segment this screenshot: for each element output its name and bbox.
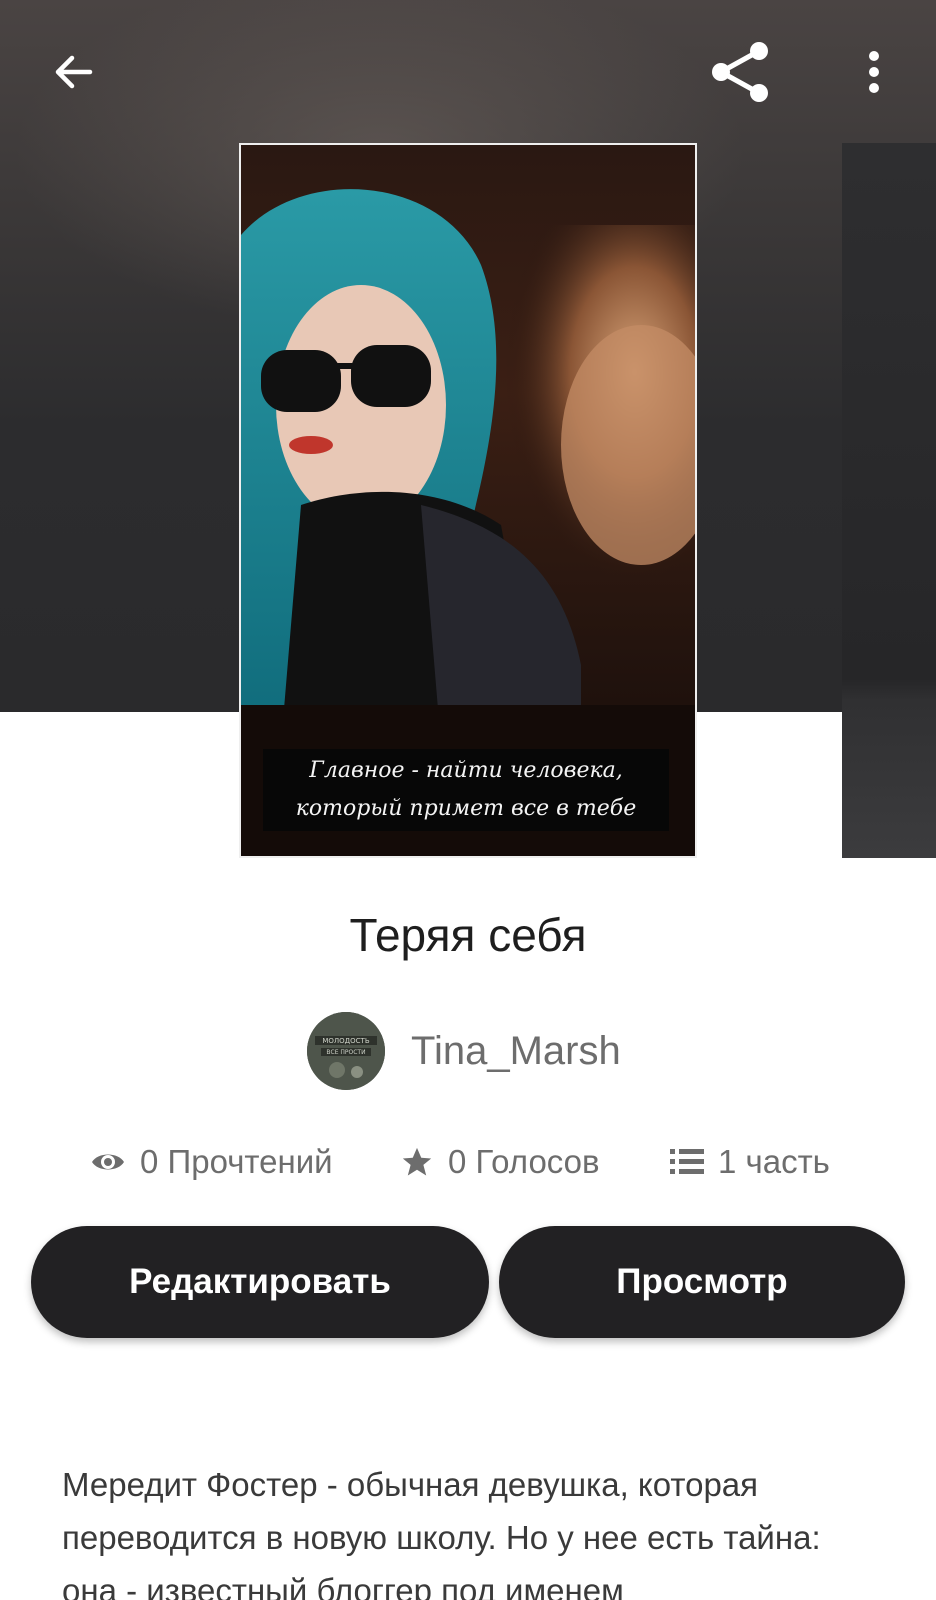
avatar-text: МОЛОДОСТЬ: [322, 1037, 369, 1045]
list-icon: [670, 1147, 704, 1177]
votes-stat: 0 Голосов: [400, 1140, 600, 1184]
star-icon: [400, 1145, 434, 1179]
parts-stat[interactable]: 1 часть: [670, 1140, 830, 1184]
view-button[interactable]: Просмотр: [499, 1226, 905, 1338]
author-name[interactable]: Tina_Marsh: [411, 1029, 621, 1074]
story-description: Мередит Фостер - обычная девушка, котора…: [62, 1466, 821, 1600]
avatar[interactable]: МОЛОДОСТЬ ВСЕ ПРОСТИ: [307, 1012, 385, 1090]
reads-count: 0 Прочтений: [140, 1143, 333, 1180]
cover-caption-line: который примет все в тебе: [295, 796, 637, 821]
share-icon: [712, 42, 768, 102]
story-cover[interactable]: Главное - найти человека, который примет…: [239, 143, 697, 858]
reads-stat: 0 Прочтений: [90, 1140, 333, 1184]
more-vertical-icon: [869, 51, 879, 93]
votes-count: 0 Голосов: [448, 1143, 600, 1180]
avatar-image: МОЛОДОСТЬ ВСЕ ПРОСТИ: [307, 1012, 385, 1090]
story-title: Теряя себя: [349, 909, 587, 961]
more-options-button[interactable]: [838, 36, 910, 108]
share-button[interactable]: [700, 32, 780, 112]
eye-icon: [90, 1149, 126, 1175]
avatar-text: ВСЕ ПРОСТИ: [326, 1049, 365, 1056]
cover-caption-line: Главное - найти человека,: [309, 758, 623, 783]
parts-count[interactable]: 1 часть: [718, 1143, 830, 1181]
next-cover-preview[interactable]: [842, 143, 936, 858]
author-link[interactable]: МОЛОДОСТЬ ВСЕ ПРОСТИ Tina_Marsh: [307, 1012, 621, 1090]
arrow-left-icon: [55, 55, 93, 89]
back-button[interactable]: [38, 36, 110, 108]
edit-button[interactable]: Редактировать: [31, 1226, 489, 1338]
cover-caption: Главное - найти человека, который примет…: [263, 749, 669, 831]
